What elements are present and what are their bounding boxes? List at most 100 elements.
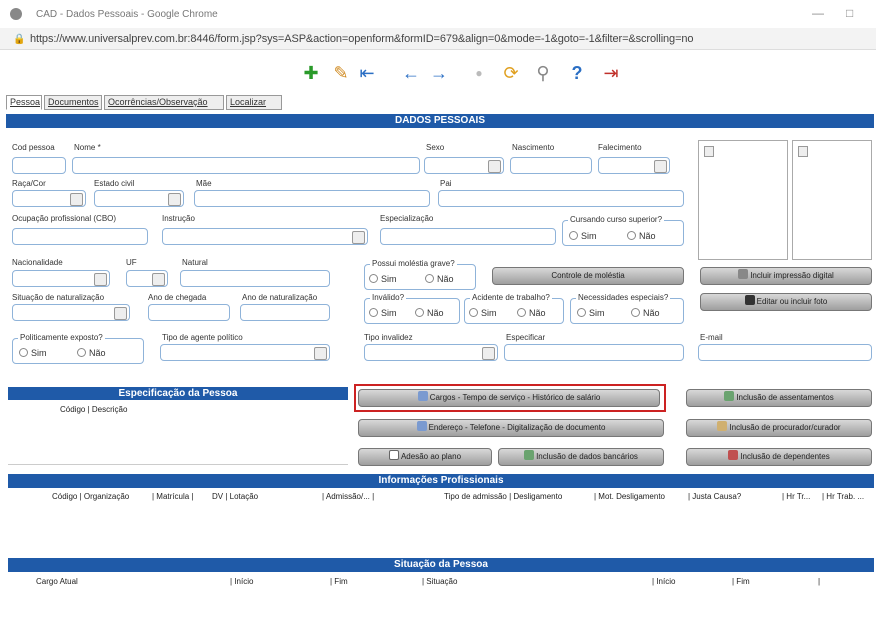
sit-naturalizacao-select[interactable] — [12, 304, 130, 321]
necessidades-nao-radio[interactable]: Não — [631, 308, 660, 318]
molestia-nao-radio[interactable]: Não — [425, 274, 454, 284]
info-prof-col-justa-causa: | Justa Causa? — [688, 492, 742, 501]
invalido-nao-radio[interactable]: Não — [415, 308, 444, 318]
url-text[interactable]: https://www.universalprev.com.br:8446/fo… — [30, 33, 694, 45]
add-icon[interactable]: ✚ — [300, 62, 322, 84]
label-nacionalidade: Nacionalidade — [12, 258, 63, 267]
label-instrucao: Instrução — [162, 214, 195, 223]
phone-icon — [416, 421, 427, 431]
agente-politico-select[interactable] — [160, 344, 330, 361]
label-falecimento: Falecimento — [598, 143, 642, 152]
molestia-sim-radio[interactable]: Sim — [369, 274, 397, 284]
situacao-list[interactable] — [8, 588, 874, 616]
especificar-input[interactable] — [504, 344, 684, 361]
info-prof-list[interactable] — [8, 504, 874, 552]
next-icon[interactable]: → — [428, 62, 450, 84]
adesao-button[interactable]: Adesão ao plano — [358, 448, 492, 466]
first-icon[interactable]: ⇤ — [356, 62, 378, 84]
tab-documentos[interactable]: Documentos — [44, 95, 102, 110]
broken-image-icon — [798, 146, 808, 157]
info-prof-header: Informações Profissionais — [8, 474, 874, 488]
politicamente-sim-radio[interactable]: Sim — [19, 348, 47, 358]
molestia-group: Possui moléstia grave? Sim Não — [364, 259, 476, 290]
acidente-sim-radio[interactable]: Sim — [469, 308, 497, 318]
minimize-button[interactable]: — — [812, 6, 824, 20]
label-especificar: Especificar — [506, 333, 546, 342]
falecimento-input[interactable] — [598, 157, 670, 174]
situacao-col-end: | — [818, 577, 821, 586]
info-prof-col-lotacao: DV | Lotação — [212, 492, 259, 501]
cursando-sim-radio[interactable]: Sim — [569, 231, 597, 241]
dados-bancarios-button[interactable]: Inclusão de dados bancários — [498, 448, 664, 466]
prev-icon[interactable]: ← — [400, 62, 422, 84]
invalido-sim-radio[interactable]: Sim — [369, 308, 397, 318]
raca-cor-select[interactable] — [12, 190, 86, 207]
especializacao-input[interactable] — [380, 228, 556, 245]
label-cod-pessoa: Cod pessoa — [12, 143, 55, 152]
fingerprint-image — [792, 140, 872, 260]
necessidades-sim-radio[interactable]: Sim — [577, 308, 605, 318]
tab-localizar[interactable]: Localizar — [226, 95, 282, 110]
tipo-invalidez-select[interactable] — [364, 344, 498, 361]
exit-icon[interactable]: ⇥ — [600, 62, 622, 84]
situacao-col-inicio: | Início — [230, 577, 254, 586]
label-mae: Mãe — [196, 179, 212, 188]
editar-foto-button[interactable]: Editar ou incluir foto — [700, 293, 872, 311]
dependentes-button[interactable]: Inclusão de dependentes — [686, 448, 872, 466]
mae-input[interactable] — [194, 190, 430, 207]
tab-pessoa[interactable]: Pessoa — [6, 95, 42, 110]
label-acidente: Acidente de trabalho? — [470, 293, 552, 302]
situacao-header: Situação da Pessoa — [8, 558, 874, 572]
procurador-button[interactable]: Inclusão de procurador/curador — [686, 419, 872, 437]
controle-molestia-button[interactable]: Controle de moléstia — [492, 267, 684, 285]
invalido-group: Inválido? Sim Não — [364, 293, 460, 324]
label-email: E-mail — [700, 333, 723, 342]
last-icon[interactable]: ● — [468, 62, 490, 84]
maximize-button[interactable]: □ — [846, 6, 853, 20]
nome-input[interactable] — [72, 157, 420, 174]
info-prof-col-tipo-admissao: Tipo de admissão | Desligamento — [444, 492, 563, 501]
situacao-col-situacao: | Situação — [422, 577, 458, 586]
label-ocupacao: Ocupação profissional (CBO) — [12, 214, 117, 223]
politicamente-group: Politicamente exposto? Sim Não — [12, 333, 144, 364]
label-pai: Pai — [440, 179, 452, 188]
address-bar[interactable]: 🔒 https://www.universalprev.com.br:8446/… — [0, 28, 876, 50]
label-cursando: Cursando curso superior? — [568, 215, 665, 224]
cod-pessoa-input[interactable] — [12, 157, 66, 174]
tab-ocorrencias[interactable]: Ocorrências/Observação — [104, 95, 224, 110]
ano-naturalizacao-input[interactable] — [240, 304, 330, 321]
uf-select[interactable] — [126, 270, 168, 287]
ocupacao-input[interactable] — [12, 228, 148, 245]
cursando-group: Cursando curso superior? Sim Não — [562, 215, 684, 246]
edit-icon[interactable]: ✎ — [330, 62, 352, 84]
window-titlebar: CAD - Dados Pessoais - Google Chrome — □ — [0, 0, 876, 28]
assentamentos-button[interactable]: Inclusão de assentamentos — [686, 389, 872, 407]
chrome-logo-icon — [10, 8, 22, 20]
label-uf: UF — [126, 258, 137, 267]
nascimento-input[interactable] — [510, 157, 592, 174]
natural-input[interactable] — [180, 270, 330, 287]
label-agente-politico: Tipo de agente político — [162, 333, 243, 342]
bank-icon — [524, 450, 535, 460]
endereco-button[interactable]: Endereço - Telefone - Digitalização de d… — [358, 419, 664, 437]
politicamente-nao-radio[interactable]: Não — [77, 348, 106, 358]
info-prof-col-hr-trab: | Hr Trab. ... — [822, 492, 865, 501]
estado-civil-select[interactable] — [94, 190, 184, 207]
pai-input[interactable] — [438, 190, 684, 207]
nacionalidade-select[interactable] — [12, 270, 110, 287]
sexo-select[interactable] — [424, 157, 504, 174]
necessidades-group: Necessidades especiais? Sim Não — [570, 293, 684, 324]
search-icon[interactable]: ⚲ — [532, 62, 554, 84]
info-prof-col-mot-desligamento: | Mot. Desligamento — [594, 492, 665, 501]
refresh-icon[interactable]: ⟳ — [500, 62, 522, 84]
help-icon[interactable]: ? — [566, 62, 588, 84]
cursando-nao-radio[interactable]: Não — [627, 231, 656, 241]
cargos-button[interactable]: Cargos - Tempo de serviço - Histórico de… — [358, 389, 660, 407]
acidente-nao-radio[interactable]: Não — [517, 308, 546, 318]
instrucao-select[interactable] — [162, 228, 368, 245]
incluir-digital-button[interactable]: Incluir impressão digital — [700, 267, 872, 285]
email-input[interactable] — [698, 344, 872, 361]
especificacao-list[interactable] — [8, 415, 348, 465]
ano-chegada-input[interactable] — [148, 304, 230, 321]
label-ano-chegada: Ano de chegada — [148, 293, 207, 302]
